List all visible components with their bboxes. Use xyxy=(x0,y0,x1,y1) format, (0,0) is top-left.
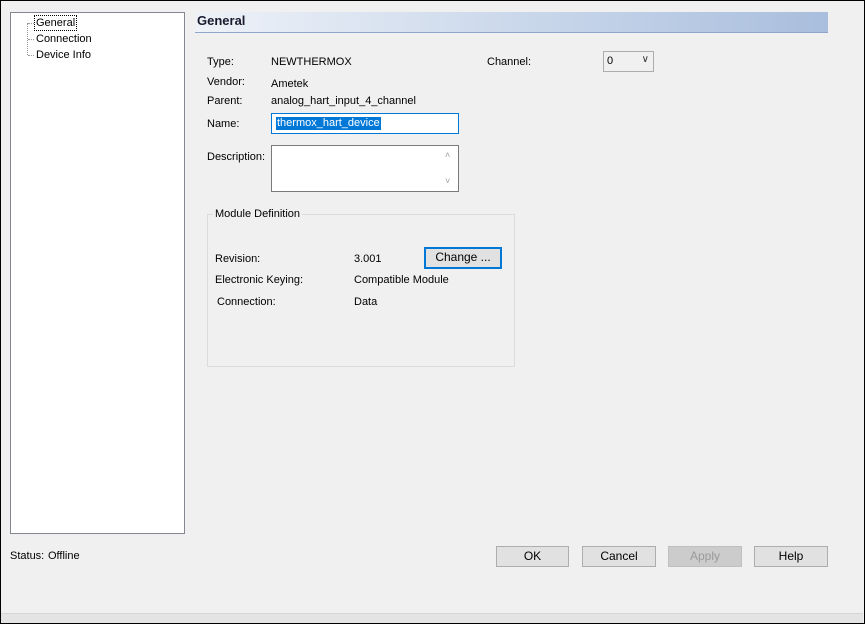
status-value: Offline xyxy=(48,550,80,562)
parent-label: Parent: xyxy=(207,95,243,107)
ok-button[interactable]: OK xyxy=(496,546,569,567)
connection-label: Connection: xyxy=(217,296,276,308)
bottom-strip xyxy=(1,613,863,623)
status-label: Status: xyxy=(10,550,45,562)
channel-select-value: 0 xyxy=(607,55,614,67)
module-definition-group xyxy=(207,214,515,367)
tree-connector xyxy=(28,55,34,56)
parent-value: analog_hart_input_4_channel xyxy=(271,95,416,107)
tree-item-general[interactable]: General xyxy=(33,15,78,31)
keying-label: Electronic Keying: xyxy=(215,274,304,286)
tree-connector xyxy=(28,23,34,24)
chevron-down-icon[interactable]: ˅ xyxy=(445,177,450,186)
channel-label: Channel: xyxy=(487,56,532,68)
keying-value: Compatible Module xyxy=(354,274,449,286)
name-input[interactable]: thermox_hart_device xyxy=(271,113,459,134)
tree-connector xyxy=(28,39,34,40)
channel-select[interactable]: 0 ∨ xyxy=(603,51,654,72)
help-button[interactable]: Help xyxy=(754,546,828,567)
description-label: Description: xyxy=(207,151,266,163)
name-input-value: thermox_hart_device xyxy=(276,117,381,130)
change-button[interactable]: Change ... xyxy=(424,247,502,269)
apply-button[interactable]: Apply xyxy=(668,546,742,567)
vendor-label: Vendor: xyxy=(207,76,245,88)
connection-value: Data xyxy=(354,296,378,308)
type-value: NEWTHERMOX xyxy=(271,56,352,68)
type-label: Type: xyxy=(207,56,234,68)
section-title: General xyxy=(197,13,246,28)
cancel-button[interactable]: Cancel xyxy=(582,546,656,567)
navigation-tree: General Connection Device Info xyxy=(10,12,185,534)
description-scrollbar[interactable]: ˄ ˅ xyxy=(442,146,458,191)
vendor-value: Ametek xyxy=(271,78,309,90)
name-label: Name: xyxy=(207,118,240,130)
tree-item-device-info[interactable]: Device Info xyxy=(35,48,92,62)
revision-value: 3.001 xyxy=(354,253,382,265)
chevron-up-icon[interactable]: ˄ xyxy=(445,151,450,160)
section-header: General xyxy=(195,12,828,33)
tree-item-connection[interactable]: Connection xyxy=(35,32,93,46)
revision-label: Revision: xyxy=(215,253,261,265)
module-definition-title: Module Definition xyxy=(213,208,302,220)
description-input[interactable]: ˄ ˅ xyxy=(271,145,459,192)
chevron-down-icon: ∨ xyxy=(641,54,649,65)
